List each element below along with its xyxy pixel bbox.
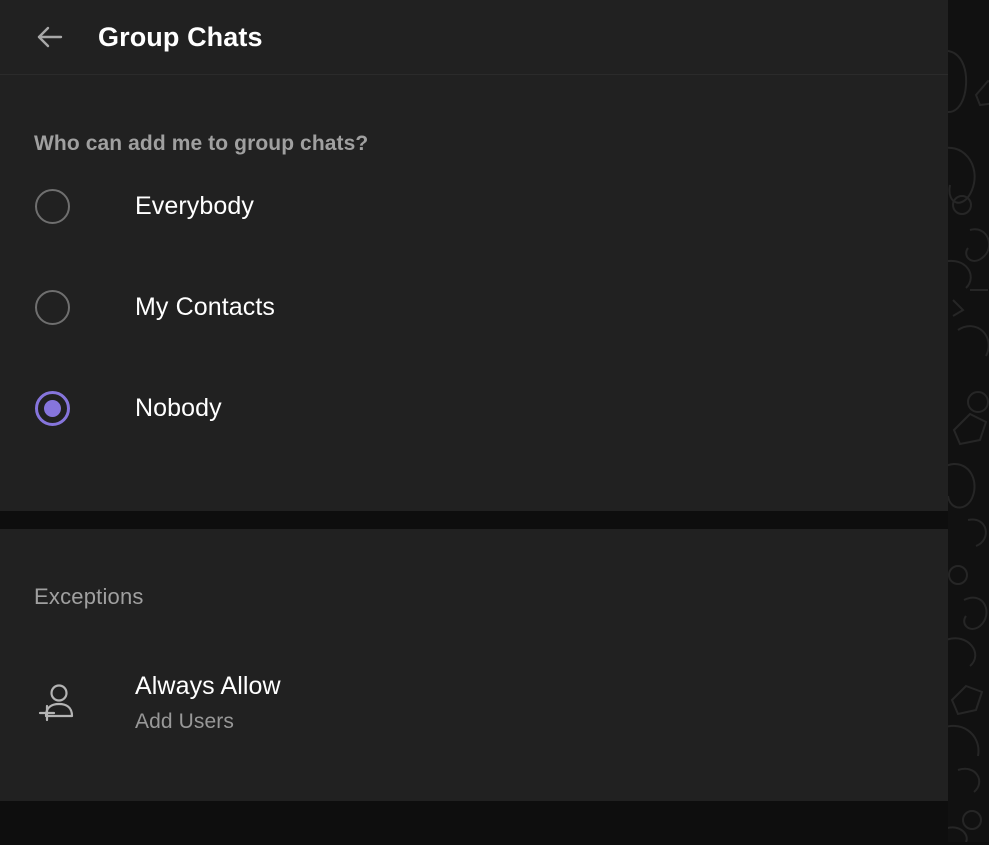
page-title: Group Chats (98, 21, 263, 52)
bottom-filler (0, 801, 948, 845)
chat-wallpaper-strip (948, 0, 989, 842)
arrow-left-icon (34, 21, 66, 53)
exceptions-section: Exceptions Always Allow Add Users (0, 529, 948, 801)
add-user-icon (33, 680, 79, 726)
exception-title: Always Allow (135, 671, 281, 700)
radio-dot-icon (44, 400, 61, 417)
exception-subtitle: Add Users (135, 709, 234, 733)
back-button[interactable] (24, 11, 76, 63)
header-bar: Group Chats (0, 0, 948, 75)
exception-row-always-allow[interactable]: Always Allow Add Users (0, 658, 948, 748)
radio-option-everybody[interactable]: Everybody (0, 156, 948, 257)
radio-option-label: My Contacts (135, 293, 276, 321)
radio-circle-icon (35, 189, 70, 224)
app-root: Group Chats Who can add me to group chat… (0, 0, 989, 845)
radio-option-my-contacts[interactable]: My Contacts (0, 257, 948, 358)
radio-option-label: Everybody (135, 192, 255, 220)
privacy-section: Who can add me to group chats? Everybody… (0, 75, 948, 511)
exception-text-block: Always Allow Add Users (135, 671, 281, 736)
radio-circle-icon (35, 290, 70, 325)
group-chats-settings-panel: Group Chats Who can add me to group chat… (0, 0, 948, 845)
exceptions-section-heading: Exceptions (34, 584, 144, 609)
radio-option-label: Nobody (135, 394, 222, 422)
wallpaper-pattern-icon (948, 50, 989, 842)
radio-option-nobody[interactable]: Nobody (0, 358, 948, 459)
radio-circle-selected-icon (35, 391, 70, 426)
section-separator (0, 511, 948, 529)
privacy-section-heading: Who can add me to group chats? (34, 132, 369, 155)
